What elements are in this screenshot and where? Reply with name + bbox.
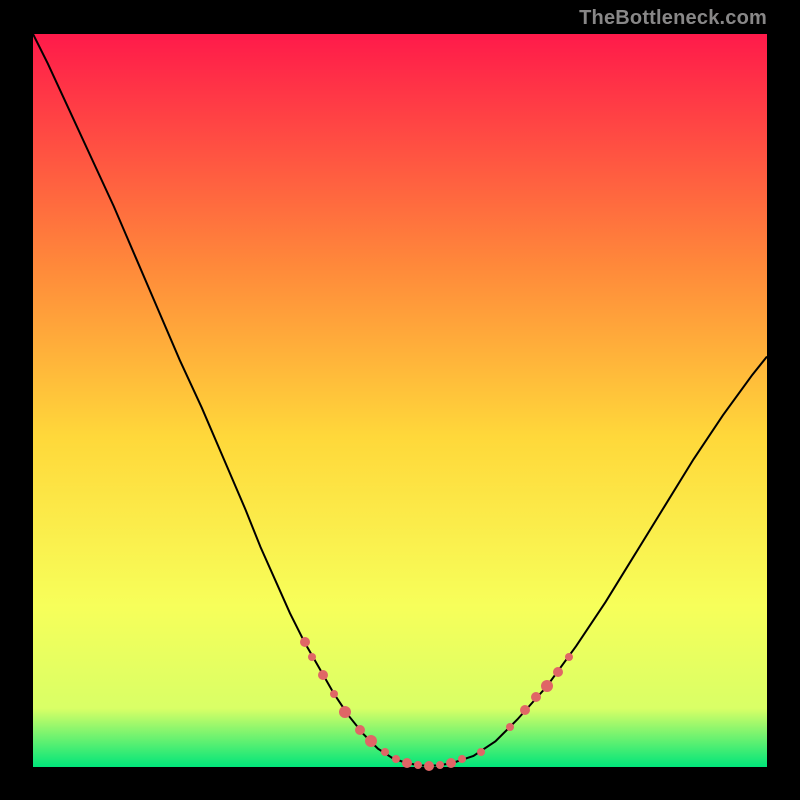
valley-marker (531, 692, 541, 702)
plot-area (33, 34, 767, 767)
valley-marker (553, 667, 563, 677)
valley-marker (436, 761, 444, 769)
valley-marker (308, 653, 316, 661)
valley-marker (381, 748, 389, 756)
valley-marker (458, 755, 466, 763)
valley-marker (355, 725, 365, 735)
valley-marker (402, 758, 412, 768)
valley-marker (318, 670, 328, 680)
valley-marker (520, 705, 530, 715)
valley-marker (339, 706, 351, 718)
valley-marker (414, 761, 422, 769)
valley-marker (392, 755, 400, 763)
valley-marker (300, 637, 310, 647)
valley-markers-layer (33, 34, 767, 767)
valley-marker (506, 723, 514, 731)
valley-marker (477, 748, 485, 756)
valley-marker (365, 735, 377, 747)
valley-marker (541, 680, 553, 692)
valley-marker (424, 761, 434, 771)
watermark-text: TheBottleneck.com (579, 7, 767, 30)
valley-marker (565, 653, 573, 661)
valley-marker (446, 758, 456, 768)
valley-marker (330, 690, 338, 698)
